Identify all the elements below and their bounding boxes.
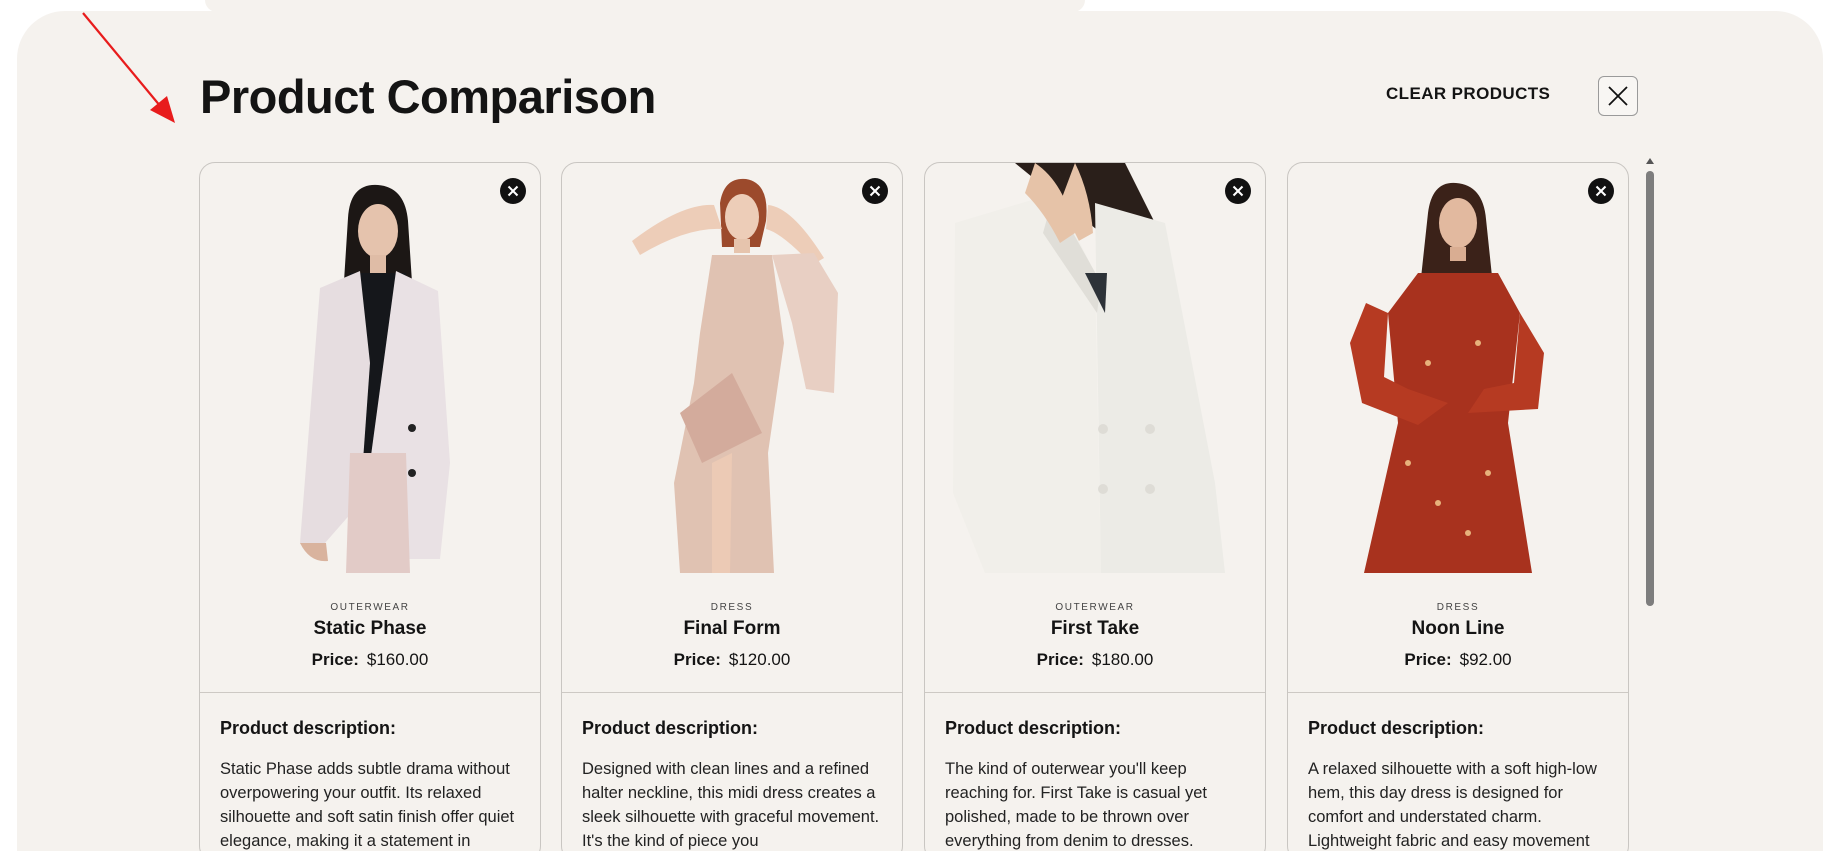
- description-heading: Product description:: [1308, 718, 1485, 738]
- product-image: [925, 163, 1265, 573]
- close-icon: [507, 185, 519, 197]
- price-value: $92.00: [1459, 650, 1512, 669]
- scrollbar-thumb[interactable]: [1646, 171, 1654, 606]
- description-heading: Product description:: [582, 718, 759, 738]
- price-label: Price:: [311, 650, 359, 669]
- description-heading: Product description:: [220, 718, 397, 738]
- price-value: $180.00: [1091, 650, 1154, 669]
- close-icon: [1595, 185, 1607, 197]
- description-heading: Product description:: [945, 718, 1122, 738]
- product-photo-noon-line: [1350, 182, 1544, 573]
- product-image: [562, 163, 902, 573]
- product-name: Final Form: [683, 618, 781, 639]
- product-category: OUTERWEAR: [1055, 602, 1135, 613]
- product-description: Static Phase adds subtle drama without o…: [220, 760, 515, 850]
- product-category: DRESS: [1436, 602, 1480, 613]
- remove-product-button[interactable]: [1588, 178, 1614, 204]
- page-title: Product Comparison: [200, 70, 656, 123]
- price-label: Price:: [1404, 650, 1452, 669]
- vertical-scrollbar[interactable]: [1645, 156, 1655, 851]
- product-photo-first-take: [953, 163, 1225, 573]
- close-icon: [869, 185, 881, 197]
- product-photo-final-form: [632, 178, 838, 573]
- product-photo-static-phase: [300, 184, 450, 573]
- comparison-modal: Product Comparison CLEAR PRODUCTS OUTERW…: [17, 11, 1823, 851]
- product-category: DRESS: [710, 602, 754, 613]
- divider: [925, 692, 1265, 693]
- product-image: [1288, 163, 1628, 573]
- product-price: Price: $120.00: [562, 650, 902, 670]
- price-value: $160.00: [366, 650, 429, 669]
- annotation-arrow-icon: [82, 12, 175, 123]
- product-name: First Take: [1050, 618, 1140, 639]
- product-card: DRESS Final Form Price: $120.00 Product d…: [561, 162, 903, 851]
- product-price: Price: $180.00: [925, 650, 1265, 670]
- product-price: Price: $160.00: [200, 650, 540, 670]
- product-category: OUTERWEAR: [330, 602, 410, 613]
- product-price: Price: $92.00: [1288, 650, 1628, 670]
- product-image: [200, 163, 540, 573]
- divider: [200, 692, 540, 693]
- close-icon: [1232, 185, 1244, 197]
- scroll-up-arrow-icon[interactable]: [1645, 156, 1655, 166]
- divider: [1288, 692, 1628, 693]
- remove-product-button[interactable]: [862, 178, 888, 204]
- product-card: OUTERWEAR First Take Price: $180.00 Produ…: [924, 162, 1266, 851]
- close-modal-button[interactable]: [1598, 76, 1638, 116]
- clear-products-button[interactable]: CLEAR PRODUCTS: [1386, 84, 1550, 104]
- close-icon: [1608, 86, 1628, 106]
- product-card: OUTERWEAR Static Phase Price: $160.00 Pro…: [199, 162, 541, 851]
- product-description: A relaxed silhouette with a soft high-lo…: [1308, 760, 1597, 850]
- price-value: $120.00: [728, 650, 791, 669]
- remove-product-button[interactable]: [500, 178, 526, 204]
- divider: [562, 692, 902, 693]
- product-card: DRESS Noon Line Price: $92.00 Product des…: [1287, 162, 1629, 851]
- product-name: Noon Line: [1411, 618, 1505, 639]
- product-description: The kind of outerwear you'll keep reachi…: [945, 760, 1207, 850]
- product-description: Designed with clean lines and a refined …: [582, 760, 880, 850]
- product-name: Static Phase: [313, 618, 427, 639]
- price-label: Price:: [673, 650, 721, 669]
- price-label: Price:: [1036, 650, 1084, 669]
- remove-product-button[interactable]: [1225, 178, 1251, 204]
